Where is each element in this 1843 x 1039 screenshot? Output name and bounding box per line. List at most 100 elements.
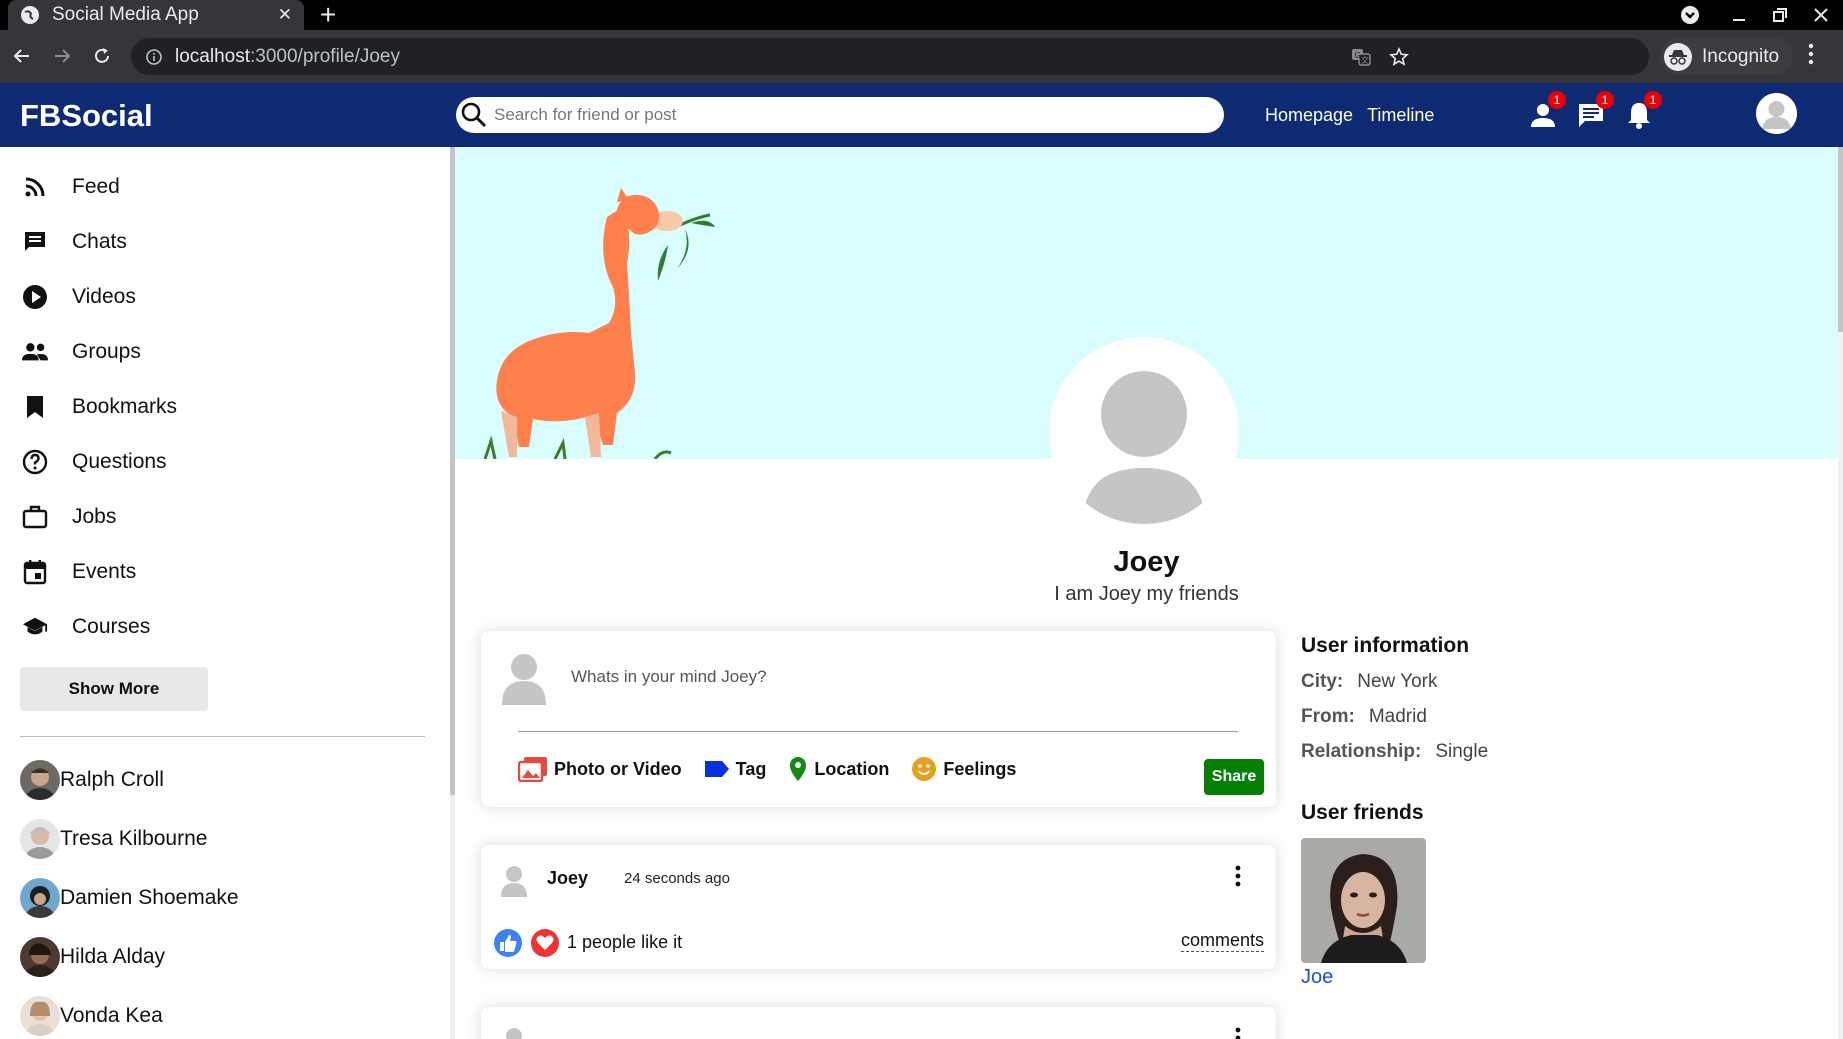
info-value: New York	[1357, 671, 1438, 692]
photo-video-option[interactable]: Photo or Video	[518, 756, 682, 782]
sidebar-item-bookmarks[interactable]: Bookmarks	[22, 387, 177, 427]
browser-toolbar: localhost:3000/profile/Joey 文G Incognito	[0, 30, 1843, 83]
friend-list-item[interactable]: Vonda Kea	[20, 995, 163, 1037]
bookmark-star-icon[interactable]	[1389, 38, 1409, 75]
heart-icon	[536, 935, 554, 950]
rss-feed-icon	[22, 174, 48, 200]
comments-link[interactable]: comments	[1180, 930, 1264, 952]
profile-picture[interactable]	[1049, 337, 1239, 527]
app-header: FBSocial Homepage Timeline 1 1 1	[0, 83, 1843, 147]
info-key: City:	[1301, 671, 1344, 692]
llama-illustration	[483, 188, 715, 459]
post-card-partial	[481, 1007, 1276, 1039]
friend-list-item[interactable]: Ralph Croll	[20, 759, 164, 801]
more-options-icon[interactable]	[1235, 865, 1241, 887]
default-avatar-icon	[506, 1028, 522, 1039]
sidebar-item-label: Jobs	[72, 505, 117, 528]
show-more-button[interactable]: Show More	[20, 667, 208, 711]
sidebar-item-groups[interactable]: Groups	[22, 332, 141, 372]
chrome-menu-icon[interactable]	[1808, 43, 1814, 65]
post-username[interactable]: Joey	[547, 868, 588, 889]
friend-list-item[interactable]: Hilda Alday	[20, 936, 165, 978]
app-logo[interactable]: FBSocial	[20, 98, 153, 134]
option-label: Location	[814, 758, 890, 779]
browser-tab-strip: Social Media App ✕ +	[0, 0, 1843, 30]
forward-icon[interactable]	[48, 42, 76, 70]
option-label: Photo or Video	[554, 758, 682, 779]
option-label: Tag	[735, 758, 767, 779]
search-bar[interactable]	[456, 97, 1224, 133]
notifications-button[interactable]: 1	[1622, 91, 1662, 132]
sidebar-item-courses[interactable]: Courses	[22, 607, 150, 647]
site-info-icon[interactable]	[145, 48, 163, 66]
incognito-indicator[interactable]: Incognito	[1660, 38, 1794, 75]
post-avatar[interactable]	[499, 863, 529, 897]
minimize-icon[interactable]	[1731, 0, 1747, 30]
more-options-icon[interactable]	[1235, 1027, 1241, 1039]
sidebar-item-chats[interactable]: Chats	[22, 222, 127, 262]
sidebar-item-feed[interactable]: Feed	[22, 167, 120, 207]
search-input[interactable]	[494, 105, 1194, 125]
nav-timeline-link[interactable]: Timeline	[1367, 105, 1434, 126]
friend-tile[interactable]: Joe	[1301, 838, 1426, 989]
thumbs-up-icon	[500, 935, 517, 952]
friend-tile-name[interactable]: Joe	[1301, 966, 1426, 989]
notifications-badge: 1	[1644, 91, 1662, 109]
group-icon	[22, 339, 48, 365]
sidebar-item-jobs[interactable]: Jobs	[22, 497, 116, 537]
feelings-option[interactable]: Feelings	[911, 756, 1016, 782]
header-nav: Homepage Timeline	[1265, 105, 1434, 126]
post-timestamp: 24 seconds ago	[624, 870, 730, 887]
info-row-from: From: Madrid	[1301, 706, 1801, 728]
school-icon	[22, 614, 48, 640]
page-scroll-thumb[interactable]	[1838, 147, 1843, 332]
sidebar-item-questions[interactable]: Questions	[22, 442, 167, 482]
friend-name: Tresa Kilbourne	[60, 827, 208, 850]
header-avatar[interactable]	[1756, 93, 1797, 134]
back-icon[interactable]	[8, 42, 36, 70]
info-value: Single	[1435, 741, 1489, 762]
help-outline-icon	[22, 449, 48, 475]
sidebar-item-videos[interactable]: Videos	[22, 277, 136, 317]
label-icon	[704, 761, 729, 777]
profile-description: I am Joey my friends	[1054, 583, 1239, 605]
like-button[interactable]	[494, 929, 522, 957]
sidebar-item-label: Questions	[72, 450, 167, 473]
messages-button[interactable]: 1	[1574, 91, 1614, 132]
tag-option[interactable]: Tag	[704, 756, 767, 782]
share-divider	[518, 731, 1238, 732]
address-bar[interactable]: localhost:3000/profile/Joey 文G	[131, 38, 1649, 75]
page-scrollbar[interactable]	[1838, 147, 1843, 1039]
friend-name: Hilda Alday	[60, 945, 166, 968]
user-info-panel: User information City: New York From: Madr…	[1301, 631, 1801, 988]
new-tab-icon[interactable]: +	[320, 0, 336, 30]
reload-icon[interactable]	[88, 42, 116, 70]
friend-requests-button[interactable]: 1	[1526, 91, 1566, 132]
share-input[interactable]	[571, 667, 1221, 687]
share-post-card: Photo or Video Tag Location Feelings Sha…	[481, 631, 1276, 807]
location-option[interactable]: Location	[788, 756, 889, 782]
friend-list-item[interactable]: Tresa Kilbourne	[20, 818, 207, 860]
friend-name: Damien Shoemake	[60, 886, 239, 909]
default-avatar-icon	[502, 654, 546, 705]
tab-search-icon[interactable]	[1680, 0, 1700, 30]
nav-homepage-link[interactable]: Homepage	[1265, 105, 1353, 126]
friend-list-item[interactable]: Damien Shoemake	[20, 877, 239, 919]
profile-name: Joey	[1113, 546, 1180, 578]
tab-close-icon[interactable]: ✕	[278, 5, 292, 25]
restore-icon[interactable]	[1772, 0, 1788, 30]
love-button[interactable]	[531, 929, 559, 957]
friend-photo[interactable]	[1301, 838, 1426, 963]
work-outline-icon	[22, 504, 48, 530]
share-options: Photo or Video Tag Location Feelings	[518, 756, 1016, 782]
default-avatar-icon	[1052, 340, 1236, 524]
post-card: Joey 24 seconds ago 1 people like it com…	[481, 845, 1276, 969]
close-window-icon[interactable]	[1813, 0, 1829, 30]
sidebar-item-events[interactable]: Events	[22, 552, 136, 592]
info-row-relationship: Relationship: Single	[1301, 741, 1801, 763]
translate-icon[interactable]: 文G	[1351, 38, 1371, 75]
share-button[interactable]: Share	[1204, 759, 1264, 795]
avatar	[20, 760, 60, 800]
browser-tab[interactable]: Social Media App ✕	[8, 0, 304, 30]
globe-icon	[21, 6, 39, 24]
